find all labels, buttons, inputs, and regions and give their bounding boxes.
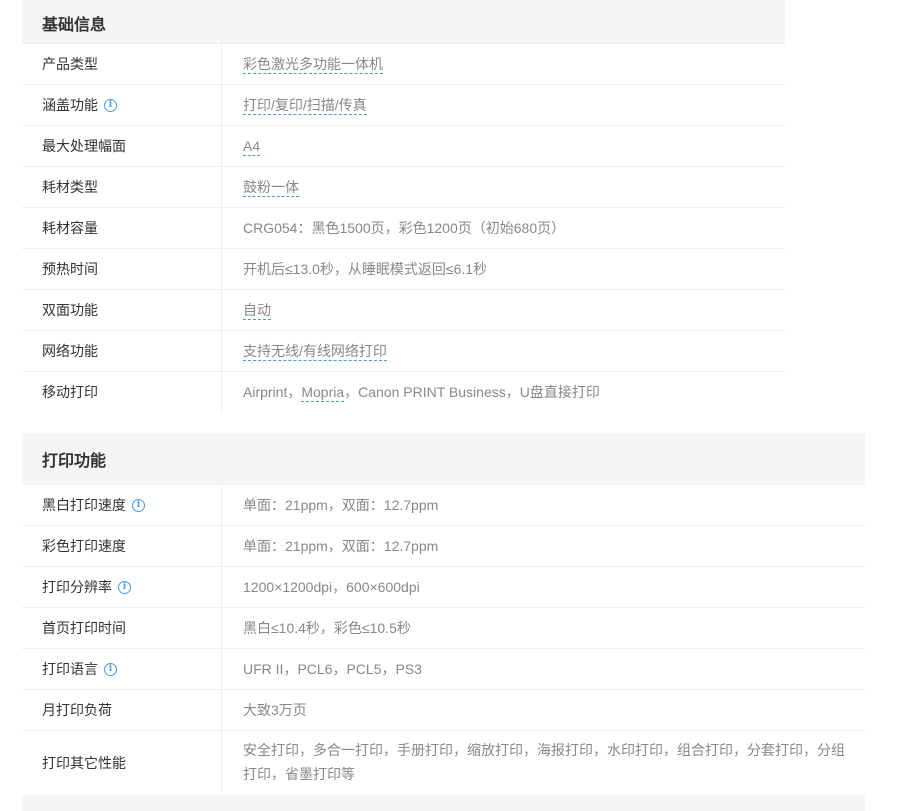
spec-label: 打印语言 <box>42 661 98 677</box>
spec-value: A4 <box>222 126 785 166</box>
spec-value: 彩色激光多功能一体机 <box>222 44 785 84</box>
spec-row: 预热时间 开机后≤13.0秒，从睡眠模式返回≤6.1秒 <box>22 248 785 289</box>
spec-label: 产品类型 <box>22 44 222 84</box>
spec-row: 黑白打印速度 i 单面：21ppm，双面：12.7ppm <box>22 484 865 525</box>
spec-label: 打印其它性能 <box>22 731 222 795</box>
spec-label-cell: 涵盖功能 i <box>22 85 222 125</box>
spec-value: UFR II，PCL6，PCL5，PS3 <box>243 661 422 677</box>
spec-row: 耗材类型 鼓粉一体 <box>22 166 785 207</box>
next-section-header <box>22 795 865 811</box>
spec-label: 最大处理幅面 <box>22 126 222 166</box>
spec-label: 预热时间 <box>22 249 222 289</box>
spec-value-link[interactable]: 自动 <box>243 301 271 320</box>
spec-row: 耗材容量 CRG054：黑色1500页，彩色1200页（初始680页） <box>22 207 785 248</box>
info-icon[interactable]: i <box>104 98 117 112</box>
spec-label: 涵盖功能 <box>42 97 98 113</box>
print-function-section: 打印功能 黑白打印速度 i 单面：21ppm，双面：12.7ppm 彩色打印速度… <box>22 433 865 795</box>
spec-row: 移动打印 Airprint， Mopria ，Canon PRINT Busines… <box>22 371 785 412</box>
spec-row: 打印其它性能 安全打印，多合一打印，手册打印，缩放打印，海报打印，水印打印，组合… <box>22 730 865 795</box>
spec-value-text: Airprint， <box>243 384 302 400</box>
spec-label: 月打印负荷 <box>22 690 222 730</box>
spec-row: 打印分辨率 i 1200×1200dpi，600×600dpi <box>22 566 865 607</box>
spec-label-cell: 打印语言 i <box>22 649 222 689</box>
spec-label: 耗材类型 <box>22 167 222 207</box>
spec-label: 黑白打印速度 <box>42 497 126 513</box>
spec-label: 耗材容量 <box>22 208 222 248</box>
spec-label-cell: 黑白打印速度 i <box>22 485 222 525</box>
spec-value: 支持无线/有线网络打印 <box>222 331 785 371</box>
info-icon[interactable]: i <box>118 580 131 594</box>
spec-value: 鼓粉一体 <box>222 167 785 207</box>
spec-row: 网络功能 支持无线/有线网络打印 <box>22 330 785 371</box>
spec-label-cell: 打印分辨率 i <box>22 567 222 607</box>
spec-row: 彩色打印速度 单面：21ppm，双面：12.7ppm <box>22 525 865 566</box>
spec-value: CRG054：黑色1500页，彩色1200页（初始680页） <box>243 220 566 236</box>
spec-value: 自动 <box>222 290 785 330</box>
spec-row: 双面功能 自动 <box>22 289 785 330</box>
spec-label: 网络功能 <box>22 331 222 371</box>
spec-value: 黑白≤10.4秒，彩色≤10.5秒 <box>243 620 411 636</box>
basic-info-section: 基础信息 产品类型 彩色激光多功能一体机 涵盖功能 i 打印/复印/扫描/传真 … <box>22 0 785 412</box>
spec-label: 移动打印 <box>22 372 222 412</box>
section-title-print-function: 打印功能 <box>22 433 865 484</box>
spec-row: 月打印负荷 大致3万页 <box>22 689 865 730</box>
spec-row: 首页打印时间 黑白≤10.4秒，彩色≤10.5秒 <box>22 607 865 648</box>
spec-value: Airprint， Mopria ，Canon PRINT Business，U盘直… <box>222 372 785 412</box>
spec-value-link[interactable]: A4 <box>243 137 261 156</box>
spec-label: 彩色打印速度 <box>22 526 222 566</box>
spec-value-text: ，Canon PRINT Business，U盘直接打印 <box>344 384 600 400</box>
spec-value: 单面：21ppm，双面：12.7ppm <box>243 497 439 513</box>
spec-value: 安全打印，多合一打印，手册打印，缩放打印，海报打印，水印打印，组合打印，分套打印… <box>243 742 845 782</box>
spec-row: 产品类型 彩色激光多功能一体机 <box>22 43 785 84</box>
info-icon[interactable]: i <box>132 498 145 512</box>
spec-row: 涵盖功能 i 打印/复印/扫描/传真 <box>22 84 785 125</box>
spec-value-link[interactable]: 支持无线/有线网络打印 <box>243 342 387 361</box>
spec-label: 双面功能 <box>22 290 222 330</box>
spec-value: 1200×1200dpi，600×600dpi <box>243 579 420 595</box>
spec-value: 单面：21ppm，双面：12.7ppm <box>243 538 439 554</box>
mopria-link[interactable]: Mopria <box>301 383 345 402</box>
spec-value-link[interactable]: 打印/复印/扫描/传真 <box>243 96 367 115</box>
spec-label: 首页打印时间 <box>22 608 222 648</box>
spec-label: 打印分辨率 <box>42 579 112 595</box>
spec-row: 打印语言 i UFR II，PCL6，PCL5，PS3 <box>22 648 865 689</box>
spec-value-link[interactable]: 鼓粉一体 <box>243 178 299 197</box>
spec-value: 大致3万页 <box>243 702 307 718</box>
info-icon[interactable]: i <box>104 662 117 676</box>
spec-row: 最大处理幅面 A4 <box>22 125 785 166</box>
section-title-basic-info: 基础信息 <box>22 0 785 43</box>
spec-value: 开机后≤13.0秒，从睡眠模式返回≤6.1秒 <box>243 261 488 277</box>
spec-value: 打印/复印/扫描/传真 <box>222 85 785 125</box>
spec-value-link[interactable]: 彩色激光多功能一体机 <box>243 55 383 74</box>
